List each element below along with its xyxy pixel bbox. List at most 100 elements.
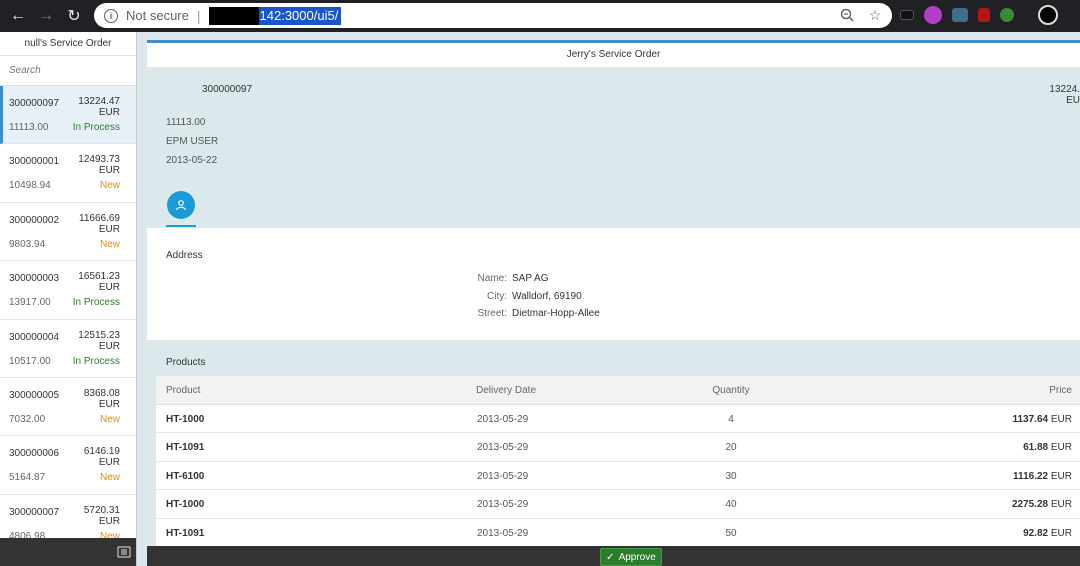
extension-icon[interactable] <box>978 8 990 22</box>
table-row[interactable]: HT-1000 2013-05-29 40 2275.28 EUR <box>156 490 1080 519</box>
detail-footer: ✓ Approve <box>147 546 1080 566</box>
status-badge: New <box>99 180 120 192</box>
table-body: HT-1000 2013-05-29 4 1137.64 EUR HT-1091 2013… <box>156 405 1080 547</box>
cell-price: 2275.28 EUR <box>1012 499 1072 510</box>
cell-delivery-date: 2013-05-29 <box>477 499 529 511</box>
zoom-icon[interactable] <box>838 6 856 24</box>
approve-button[interactable]: ✓ Approve <box>600 548 662 566</box>
column-quantity[interactable]: Quantity <box>701 385 761 396</box>
order-list: 300000097 13224.47 EUR 11113.00 In Process 30… <box>0 86 136 554</box>
amount-currency: EUR <box>98 457 120 469</box>
table-row[interactable]: HT-1091 2013-05-29 20 61.88 EUR <box>156 433 1080 462</box>
status-badge: New <box>99 472 120 484</box>
address-bar[interactable]: i Not secure | 142:3000/ui5/ ☆ <box>94 3 892 28</box>
detail-panel: Jerry's Service Order 300000097 13224. E… <box>137 32 1080 566</box>
order-net-amount: 10517.00 <box>9 355 51 367</box>
price-currency: EUR <box>1050 470 1072 482</box>
cell-product: HT-1000 <box>166 499 205 511</box>
list-item[interactable]: 300000002 11666.69 EUR 9803.94 New <box>0 203 136 262</box>
address-section: Address Name: SAP AG City: Walldorf, 691… <box>147 228 1080 340</box>
column-price[interactable]: Price <box>1049 385 1072 396</box>
extension-icon[interactable] <box>1000 8 1014 22</box>
list-item[interactable]: 300000001 12493.73 EUR 10498.94 New <box>0 144 136 203</box>
object-number-value: 13224. <box>1049 84 1080 95</box>
cell-product: HT-1091 <box>166 527 205 539</box>
cell-delivery-date: 2013-05-29 <box>477 414 529 425</box>
address-label: City: <box>487 291 507 302</box>
order-net-amount: 7032.00 <box>9 413 46 425</box>
search-field[interactable] <box>0 56 136 86</box>
order-net-amount: 13917.00 <box>9 297 51 309</box>
list-item[interactable]: 300000004 12515.23 EUR 10517.00 In Process <box>0 320 136 378</box>
detail-title: Jerry's Service Order <box>147 40 1080 67</box>
column-product[interactable]: Product <box>166 385 200 396</box>
amount-currency: EUR <box>98 282 120 294</box>
search-input[interactable] <box>9 65 136 76</box>
order-id: 300000004 <box>9 331 60 343</box>
amount-currency: EUR <box>98 340 120 352</box>
object-number: 13224. EU <box>1049 84 1080 106</box>
info-icon[interactable]: i <box>104 8 118 23</box>
order-amount: 8368.08 EUR <box>84 388 120 410</box>
url-text[interactable]: 142:3000/ui5/ <box>208 6 342 25</box>
approve-label: Approve <box>618 551 656 563</box>
cell-price: 61.88 EUR <box>1023 442 1072 453</box>
table-row[interactable]: HT-1091 2013-05-29 50 92.82 EUR <box>156 519 1080 547</box>
extension-icon[interactable] <box>924 6 942 24</box>
address-title: Address <box>166 250 203 261</box>
order-id: 300000005 <box>9 389 60 401</box>
amount-value: 6146.19 <box>83 446 120 458</box>
cell-quantity: 4 <box>728 414 734 425</box>
amount-currency: EUR <box>98 223 120 235</box>
extension-icon[interactable] <box>900 10 914 20</box>
reload-icon[interactable]: ↻ <box>60 2 88 30</box>
order-amount: 5720.31 EUR <box>84 505 120 527</box>
price-value: 1137.64 <box>1012 414 1049 425</box>
address-label: Street: <box>477 308 507 319</box>
amount-value: 12515.23 <box>78 329 120 341</box>
order-amount: 11666.69 EUR <box>79 213 120 235</box>
amount-value: 16561.23 <box>78 271 120 283</box>
separator: | <box>196 7 201 24</box>
order-amount: 13224.47 EUR <box>78 96 120 118</box>
price-value: 92.82 <box>1023 527 1049 539</box>
order-id: 300000097 <box>9 98 60 109</box>
status-badge: New <box>99 238 120 250</box>
amount-value: 11666.69 <box>79 212 120 224</box>
extension-icon[interactable] <box>952 8 968 22</box>
order-amount: 12515.23 EUR <box>78 330 120 352</box>
tab-contact[interactable] <box>167 191 195 219</box>
cell-price: 92.82 EUR <box>1023 528 1072 539</box>
status-badge: New <box>99 413 120 425</box>
profile-avatar[interactable] <box>1038 5 1058 25</box>
bookmark-star-icon[interactable]: ☆ <box>866 6 884 24</box>
back-icon[interactable]: ← <box>4 2 32 30</box>
object-number-unit: EU <box>1066 95 1080 106</box>
column-delivery-date[interactable]: Delivery Date <box>476 385 536 396</box>
attribute-user: EPM USER <box>166 136 219 147</box>
list-filter-icon[interactable] <box>117 546 131 558</box>
amount-currency: EUR <box>98 398 120 410</box>
price-currency: EUR <box>1050 499 1072 511</box>
order-id: 300000003 <box>9 273 60 285</box>
list-item[interactable]: 300000003 16561.23 EUR 13917.00 In Process <box>0 261 136 320</box>
list-item[interactable]: 300000006 6146.19 EUR 5164.87 New <box>0 436 136 495</box>
forward-icon[interactable]: → <box>32 2 60 30</box>
cell-quantity: 40 <box>725 499 737 511</box>
check-icon: ✓ <box>606 551 615 563</box>
cell-quantity: 50 <box>725 527 737 539</box>
table-row[interactable]: HT-1000 2013-05-29 4 1137.64 EUR <box>156 405 1080 434</box>
object-header: 300000097 13224. EU 11113.00 EPM USER 20… <box>147 67 1080 227</box>
order-amount: 6146.19 EUR <box>84 446 120 468</box>
price-currency: EUR <box>1050 414 1072 425</box>
list-item[interactable]: 300000097 13224.47 EUR 11113.00 In Process <box>0 86 136 145</box>
cell-delivery-date: 2013-05-29 <box>477 470 529 482</box>
redacted-host <box>208 6 259 25</box>
cell-delivery-date: 2013-05-29 <box>477 527 529 539</box>
master-title: null's Service Order <box>0 32 136 56</box>
cell-price: 1116.22 EUR <box>1013 471 1072 482</box>
list-item[interactable]: 300000005 8368.08 EUR 7032.00 New <box>0 378 136 437</box>
order-id: 300000001 <box>9 156 60 168</box>
table-row[interactable]: HT-6100 2013-05-29 30 1116.22 EUR <box>156 462 1080 491</box>
amount-value: 8368.08 <box>83 387 120 399</box>
